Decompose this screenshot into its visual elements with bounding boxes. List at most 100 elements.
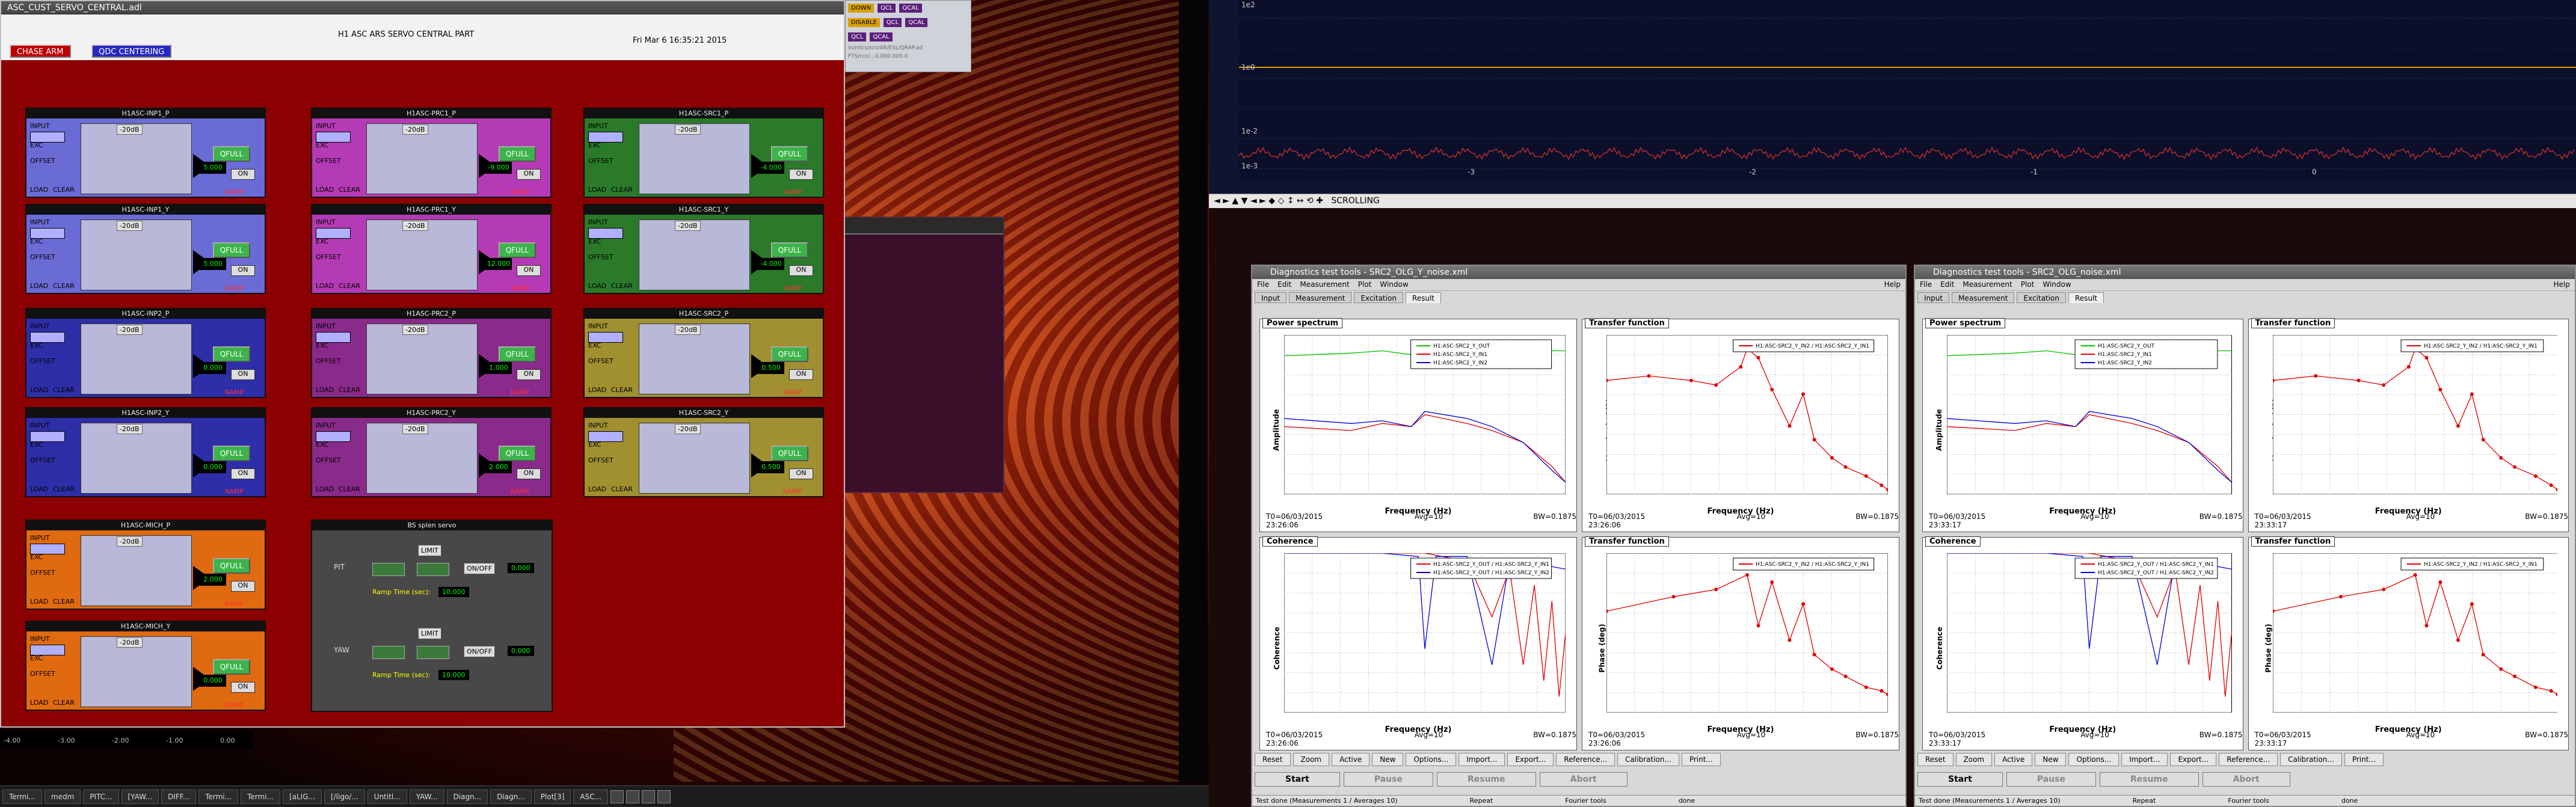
on-button[interactable]: ON <box>231 369 255 380</box>
input-field[interactable] <box>30 431 65 442</box>
input-field[interactable] <box>30 544 65 554</box>
pit-gain[interactable] <box>417 563 449 576</box>
pause-button[interactable]: Pause <box>2006 772 2096 787</box>
panel-clear-label[interactable]: CLEAR <box>339 386 360 394</box>
tab-excitation[interactable]: Excitation <box>1354 292 1403 303</box>
panel-clear-label[interactable]: CLEAR <box>611 386 633 394</box>
taskbar-item[interactable]: medm <box>44 789 81 804</box>
filter-value[interactable]: -20dB <box>117 637 143 648</box>
qfull-button[interactable]: QFULL <box>771 446 808 461</box>
start-button[interactable]: Start <box>1255 772 1340 787</box>
button-export[interactable]: Export... <box>2170 753 2217 766</box>
abort-button[interactable]: Abort <box>2202 772 2290 787</box>
filter-value[interactable]: -20dB <box>402 325 428 335</box>
input-field[interactable] <box>588 332 623 343</box>
pit-limit[interactable]: LIMIT <box>418 545 441 556</box>
pit-input[interactable] <box>372 563 405 576</box>
on-button[interactable]: ON <box>231 265 255 276</box>
filter-value[interactable]: -20dB <box>675 424 701 434</box>
on-button[interactable]: ON <box>231 468 255 479</box>
button-reset[interactable]: Reset <box>1917 753 1954 766</box>
filter-value[interactable]: -20dB <box>117 325 143 335</box>
panel-clear-label[interactable]: CLEAR <box>339 282 360 290</box>
menu-help[interactable]: Help <box>2554 280 2570 289</box>
mini-qcl-button[interactable]: QCL <box>848 32 867 41</box>
input-field[interactable] <box>30 228 65 239</box>
button-import[interactable]: Import... <box>1459 753 1505 766</box>
panel-clear-label[interactable]: CLEAR <box>53 699 75 707</box>
on-button[interactable]: ON <box>789 369 813 380</box>
panel-clear-label[interactable]: CLEAR <box>53 598 75 606</box>
mini-qcl-button[interactable]: QCL <box>877 3 896 13</box>
menu-file[interactable]: File <box>1257 280 1269 289</box>
taskbar-item[interactable]: Untitl... <box>367 789 407 804</box>
input-field[interactable] <box>30 332 65 343</box>
tab-measurement[interactable]: Measurement <box>1289 292 1352 303</box>
input-field[interactable] <box>316 228 351 239</box>
panel-clear-label[interactable]: CLEAR <box>53 485 75 493</box>
panel-clear-label[interactable]: CLEAR <box>339 485 360 493</box>
tab-input[interactable]: Input <box>1255 292 1287 303</box>
panel-clear-label[interactable]: CLEAR <box>53 186 75 194</box>
mini-qcal-button[interactable]: QCAL <box>905 17 928 27</box>
button-print[interactable]: Print... <box>1681 753 1721 766</box>
tray-icon[interactable] <box>642 790 656 803</box>
yaw-input[interactable] <box>372 646 405 659</box>
filter-value[interactable]: -20dB <box>117 536 143 547</box>
taskbar-item[interactable]: Termi... <box>241 789 280 804</box>
menu-edit[interactable]: Edit <box>1277 280 1291 289</box>
menu-plot[interactable]: Plot <box>2021 280 2035 289</box>
panel-clear-label[interactable]: CLEAR <box>339 186 360 194</box>
pit-ramp-value[interactable]: 10.000 <box>438 587 469 597</box>
resume-button[interactable]: Resume <box>1436 772 1536 787</box>
menu-window[interactable]: Window <box>2043 280 2071 289</box>
on-button[interactable]: ON <box>231 169 255 180</box>
taskbar-item[interactable]: YAW... <box>409 789 444 804</box>
mini-qcl-button[interactable]: QCL <box>883 17 902 27</box>
filter-value[interactable]: -20dB <box>402 124 428 135</box>
yaw-ramp-value[interactable]: 10.000 <box>438 670 469 680</box>
resume-button[interactable]: Resume <box>2099 772 2199 787</box>
qfull-button[interactable]: QFULL <box>771 242 808 258</box>
button-calibration[interactable]: Calibration... <box>1617 753 1679 766</box>
on-button[interactable]: ON <box>231 682 255 693</box>
button-reference[interactable]: Reference... <box>1556 753 1615 766</box>
yaw-limit[interactable]: LIMIT <box>418 628 441 639</box>
tab-excitation[interactable]: Excitation <box>2017 292 2066 303</box>
pause-button[interactable]: Pause <box>1343 772 1433 787</box>
filter-value[interactable]: -20dB <box>402 424 428 434</box>
input-field[interactable] <box>588 132 623 143</box>
tab-input[interactable]: Input <box>1917 292 1950 303</box>
pit-onoff[interactable]: ON/OFF <box>464 563 495 574</box>
button-zoom[interactable]: Zoom <box>1955 753 1993 766</box>
menu-measurement[interactable]: Measurement <box>1963 280 2012 289</box>
on-button[interactable]: ON <box>789 265 813 276</box>
filter-value[interactable]: -20dB <box>675 325 701 335</box>
filter-value[interactable]: -20dB <box>675 221 701 231</box>
taskbar-item[interactable]: [aLIG... <box>282 789 322 804</box>
qfull-button[interactable]: QFULL <box>499 346 536 362</box>
panel-clear-label[interactable]: CLEAR <box>611 485 633 493</box>
tab-result[interactable]: Result <box>1405 292 1441 303</box>
input-field[interactable] <box>588 431 623 442</box>
input-field[interactable] <box>588 228 623 239</box>
filter-value[interactable]: -20dB <box>117 124 143 135</box>
menu-window[interactable]: Window <box>1380 280 1408 289</box>
taskbar-item[interactable]: Plot[3] <box>533 789 571 804</box>
button-reference[interactable]: Reference... <box>2219 753 2278 766</box>
button-active[interactable]: Active <box>1994 753 2033 766</box>
on-button[interactable]: ON <box>789 169 813 180</box>
input-field[interactable] <box>316 431 351 442</box>
filter-value[interactable]: -20dB <box>675 124 701 135</box>
qfull-button[interactable]: QFULL <box>499 242 536 258</box>
qfull-button[interactable]: QFULL <box>499 446 536 461</box>
mini-qcal-button[interactable]: QCAL <box>899 3 922 13</box>
on-button[interactable]: ON <box>517 468 541 479</box>
on-button[interactable]: ON <box>517 169 541 180</box>
on-button[interactable]: ON <box>517 265 541 276</box>
panel-clear-label[interactable]: CLEAR <box>53 282 75 290</box>
qfull-button[interactable]: QFULL <box>771 146 808 162</box>
tab-measurement[interactable]: Measurement <box>1952 292 2015 303</box>
filter-value[interactable]: -20dB <box>117 424 143 434</box>
button-export[interactable]: Export... <box>1507 753 1554 766</box>
